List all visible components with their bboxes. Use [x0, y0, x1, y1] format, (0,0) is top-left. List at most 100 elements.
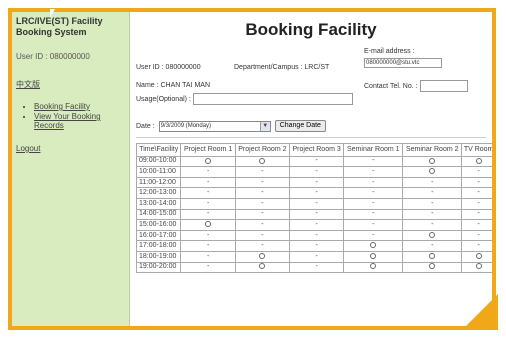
unavailable-slot-cell: -: [402, 197, 463, 210]
radio-circle-icon[interactable]: [370, 242, 377, 249]
unavailable-slot-cell: -: [289, 240, 345, 252]
available-slot-cell[interactable]: [461, 155, 492, 168]
menu-item-booking-facility: Booking Facility: [34, 102, 125, 111]
available-slot-cell[interactable]: [343, 240, 404, 252]
unavailable-slot-cell: -: [180, 240, 236, 252]
usage-field[interactable]: [192, 93, 353, 105]
contact-tel-field[interactable]: [419, 80, 468, 92]
radio-circle-icon[interactable]: [259, 263, 266, 270]
radio-circle-icon[interactable]: [370, 263, 377, 270]
page-title: Booking Facility: [245, 20, 377, 39]
unavailable-slot-cell: -: [343, 176, 404, 189]
available-slot-cell[interactable]: [234, 261, 291, 274]
table-row: 09:00-10:00 - -: [135, 155, 492, 168]
available-slot-cell[interactable]: [234, 250, 291, 263]
info-name: Name : CHAN TAI MAN: [136, 82, 211, 89]
email-label: E-mail address :: [364, 48, 415, 55]
available-slot-cell[interactable]: [343, 250, 404, 263]
radio-circle-icon[interactable]: [429, 231, 436, 238]
logout-link[interactable]: Logout: [16, 144, 125, 153]
radio-circle-icon[interactable]: [429, 157, 436, 164]
unavailable-slot-cell: -: [402, 176, 463, 189]
view-booking-records-link[interactable]: View Your Booking Records: [34, 112, 101, 130]
table-row: 16:00-17:00- - - - -: [135, 229, 492, 242]
unavailable-slot-cell: -: [180, 208, 236, 221]
unavailable-slot-cell: -: [289, 250, 345, 263]
time-slot-cell: 09:00-10:00: [135, 155, 182, 168]
time-slot-cell: 15:00-16:00: [135, 219, 182, 231]
available-slot-cell[interactable]: [180, 155, 236, 168]
radio-circle-icon[interactable]: [429, 263, 436, 270]
main-content: Booking Facility User ID : 080000000 Dep…: [130, 12, 492, 326]
available-slot-cell[interactable]: [402, 229, 463, 242]
mouse-cursor-icon: [50, 9, 60, 18]
unavailable-slot-cell: -: [289, 197, 345, 210]
unavailable-slot-cell: -: [289, 261, 345, 274]
table-row: 19:00-20:00- -: [135, 261, 492, 274]
unavailable-slot-cell: -: [180, 166, 236, 178]
date-select[interactable]: 9/3/2009 (Monday) ▼: [158, 120, 271, 132]
date-label: Date :: [136, 122, 155, 130]
available-slot-cell[interactable]: [343, 261, 404, 274]
radio-circle-icon[interactable]: [429, 252, 436, 259]
unavailable-slot-cell: -: [234, 208, 291, 221]
time-slot-cell: 14:00-15:00: [135, 208, 182, 221]
radio-circle-icon[interactable]: [259, 157, 266, 164]
unavailable-slot-cell: -: [234, 197, 291, 210]
radio-circle-icon[interactable]: [259, 252, 266, 259]
table-header-row: Time\Facility Project Room 1 Project Room …: [135, 143, 492, 157]
available-slot-cell[interactable]: [402, 166, 463, 178]
date-row: Date : 9/3/2009 (Monday) ▼ Change Date: [136, 120, 486, 132]
column-header: Time\Facility: [135, 143, 182, 157]
unavailable-slot-cell: -: [343, 155, 404, 168]
radio-circle-icon[interactable]: [475, 157, 482, 164]
table-row: 11:00-12:00- - - - - -: [135, 176, 492, 189]
unavailable-slot-cell: -: [461, 240, 492, 252]
table-row: 14:00-15:00- - - - - -: [135, 208, 492, 221]
available-slot-cell[interactable]: [461, 250, 492, 263]
unavailable-slot-cell: -: [402, 187, 463, 199]
time-slot-cell: 17:00-18:00: [135, 240, 182, 252]
table-row: 15:00-16:00- - - - -: [135, 219, 492, 231]
available-slot-cell[interactable]: [180, 219, 236, 231]
time-slot-cell: 12:00-13:00: [135, 187, 182, 199]
unavailable-slot-cell: -: [180, 261, 236, 274]
unavailable-slot-cell: -: [180, 187, 236, 199]
radio-circle-icon[interactable]: [205, 157, 212, 164]
unavailable-slot-cell: -: [180, 197, 236, 210]
booking-facility-link[interactable]: Booking Facility: [34, 102, 90, 111]
info-department: Department/Campus : LRC/ST: [234, 64, 330, 71]
column-header: Project Room 3: [289, 143, 345, 157]
radio-circle-icon[interactable]: [475, 252, 482, 259]
usage-label: Usage(Optional) :: [136, 95, 191, 103]
user-info-panel: User ID : 080000000 Department/Campus : …: [136, 46, 486, 118]
column-header: TV Room: [461, 143, 492, 157]
time-slot-cell: 18:00-19:00: [135, 250, 182, 263]
unavailable-slot-cell: -: [343, 166, 404, 178]
radio-circle-icon[interactable]: [475, 263, 482, 270]
available-slot-cell[interactable]: [402, 261, 463, 274]
language-switch-link[interactable]: 中文版: [16, 79, 125, 90]
unavailable-slot-cell: -: [402, 240, 463, 252]
unavailable-slot-cell: -: [234, 219, 291, 231]
chevron-down-icon[interactable]: ▼: [259, 121, 270, 131]
radio-circle-icon[interactable]: [205, 221, 212, 228]
table-row: 10:00-11:00- - - - -: [135, 166, 492, 178]
unavailable-slot-cell: -: [180, 176, 236, 189]
unavailable-slot-cell: -: [180, 250, 236, 263]
email-field[interactable]: 080000000@stu.vtc: [364, 58, 442, 68]
radio-circle-icon[interactable]: [429, 168, 436, 175]
unavailable-slot-cell: -: [343, 219, 404, 231]
time-slot-cell: 10:00-11:00: [135, 166, 182, 178]
time-slot-cell: 19:00-20:00: [135, 261, 182, 274]
available-slot-cell[interactable]: [402, 250, 463, 263]
unavailable-slot-cell: -: [234, 240, 291, 252]
available-slot-cell[interactable]: [402, 155, 463, 168]
change-date-button[interactable]: Change Date: [274, 120, 326, 132]
available-slot-cell[interactable]: [234, 155, 291, 168]
unavailable-slot-cell: -: [461, 229, 492, 242]
available-slot-cell[interactable]: [461, 261, 492, 274]
unavailable-slot-cell: -: [289, 208, 345, 221]
radio-circle-icon[interactable]: [370, 252, 377, 259]
sidebar-menu: Booking Facility View Your Booking Recor…: [16, 102, 125, 130]
